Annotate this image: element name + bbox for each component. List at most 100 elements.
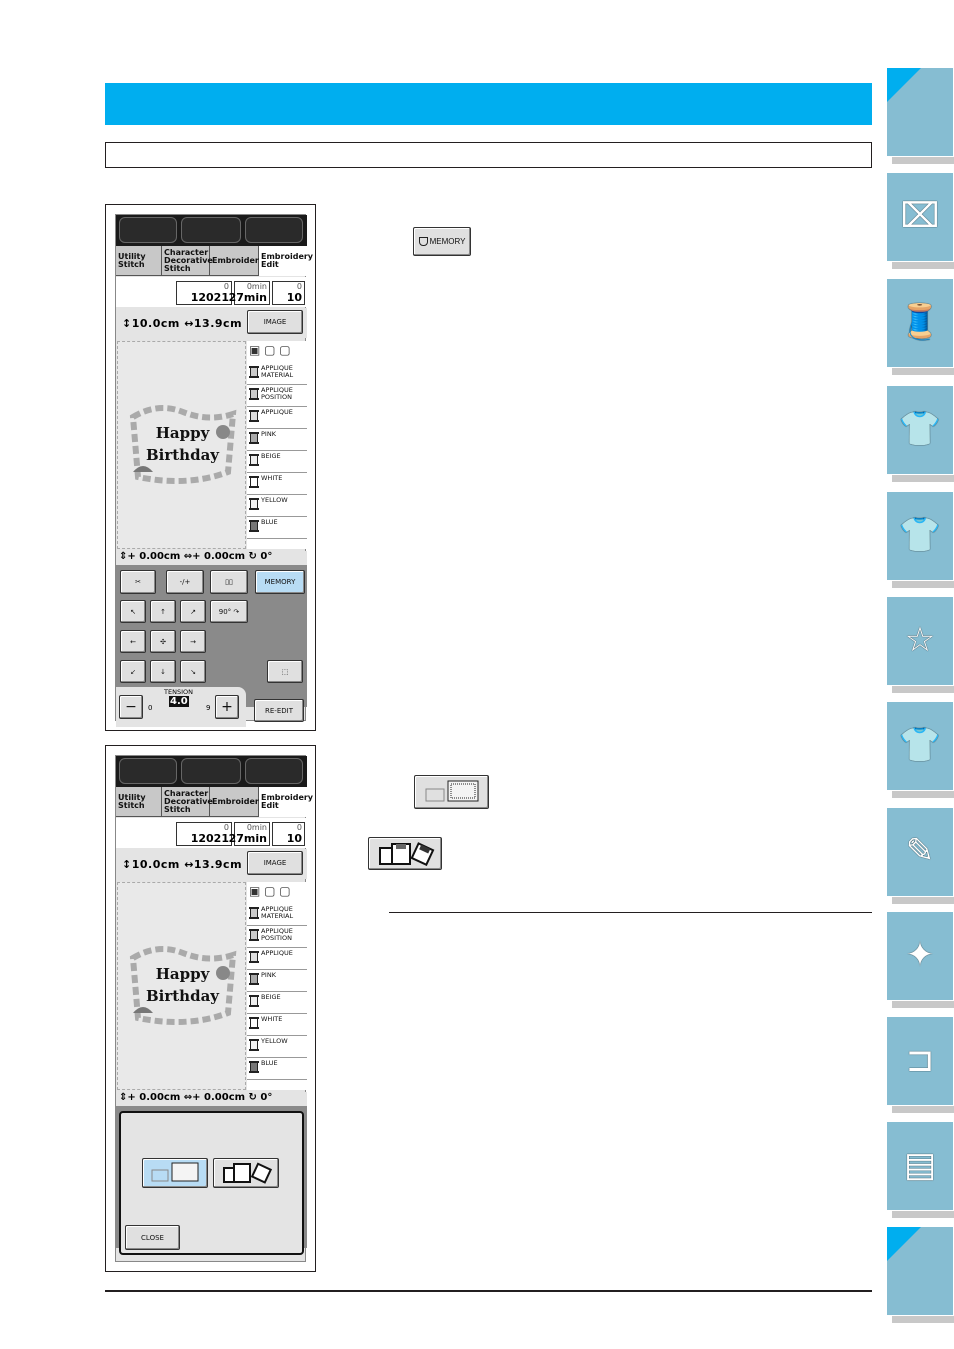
- manual-button[interactable]: [119, 758, 177, 784]
- thread-color-item[interactable]: WHITE: [247, 473, 307, 495]
- floppy-disk-icon: [223, 1162, 273, 1184]
- thread-color-item[interactable]: APPLIQUE POSITION: [247, 385, 307, 407]
- move-up-right-button[interactable]: ↗: [180, 600, 206, 623]
- thread-spool-icon: [249, 476, 259, 488]
- move-left-button[interactable]: ←: [120, 630, 146, 653]
- center-button[interactable]: ✣: [150, 630, 176, 653]
- needle-position-button[interactable]: -/+: [166, 570, 204, 594]
- move-down-right-button[interactable]: ↘: [180, 660, 206, 683]
- lcd-screen-1: Utility Stitch Character Decorative Stit…: [115, 214, 313, 727]
- manual-button[interactable]: [119, 217, 177, 243]
- mode-tabs: Utility Stitch Character Decorative Stit…: [116, 246, 313, 276]
- trial-button[interactable]: ⬚: [267, 660, 303, 683]
- thread-color-item[interactable]: WHITE: [247, 1014, 307, 1036]
- move-up-left-button[interactable]: ↖: [120, 600, 146, 623]
- thread-spool-icon: [249, 388, 259, 400]
- embroidery-canvas: Happy Birthday: [117, 882, 246, 1090]
- tab-embroidery-edit[interactable]: Embroidery Edit: [259, 787, 313, 817]
- image-button[interactable]: IMAGE: [247, 851, 303, 875]
- thread-color-item[interactable]: APPLIQUE: [247, 948, 307, 970]
- thread-spool-icon: [249, 1017, 259, 1029]
- move-right-button[interactable]: →: [180, 630, 206, 653]
- tab-embroidery[interactable]: Embroidery: [210, 787, 264, 817]
- settings-button[interactable]: [245, 758, 303, 784]
- thread-color-item[interactable]: BEIGE: [247, 992, 307, 1014]
- shirt-stitch-icon: 👕: [898, 410, 942, 448]
- thread-color-item[interactable]: PINK: [247, 429, 307, 451]
- thread-color-item[interactable]: YELLOW: [247, 1036, 307, 1058]
- settings-button[interactable]: [245, 217, 303, 243]
- thread-color-item[interactable]: APPLIQUE MATERIAL: [247, 363, 307, 385]
- lcd-screen-2: Utility Stitch Character Decorative Stit…: [115, 755, 313, 1262]
- thread-color-item[interactable]: PINK: [247, 970, 307, 992]
- side-tab-utility-stitch[interactable]: 👕: [887, 386, 954, 482]
- position-readout: ⇕+ 0.00cm ⇔+ 0.00cm ↻ 0°: [116, 551, 307, 565]
- stitch-counter: 0 12021: [176, 822, 232, 846]
- tab-character-decorative[interactable]: Character Decorative Stitch: [162, 246, 213, 276]
- side-tab-blank-bottom[interactable]: [887, 1227, 954, 1323]
- machine-memory-button-illustration: [414, 775, 489, 809]
- help-button[interactable]: [181, 217, 241, 243]
- tab-utility-stitch[interactable]: Utility Stitch: [116, 787, 162, 817]
- color-counter: 0 10: [272, 822, 305, 846]
- embroidery-canvas: Happy Birthday: [117, 341, 246, 549]
- side-tab-character-decorative[interactable]: 👕: [887, 492, 954, 588]
- move-down-left-button[interactable]: ↙: [120, 660, 146, 683]
- note-divider: [389, 912, 872, 913]
- hoop-size-icons: ▣ ▢ ▢: [249, 343, 291, 357]
- save-to-floppy-button[interactable]: [213, 1158, 279, 1188]
- tension-value: 4.0: [169, 696, 189, 707]
- memory-button-illustration: MEMORY: [413, 227, 471, 256]
- side-tab-embroidery[interactable]: ☆: [887, 597, 954, 693]
- cut-button[interactable]: ✂: [120, 570, 156, 594]
- thread-color-item[interactable]: APPLIQUE POSITION: [247, 926, 307, 948]
- tab-embroidery[interactable]: Embroidery: [210, 246, 264, 276]
- thread-color-item[interactable]: BLUE: [247, 517, 307, 539]
- machine-pocket-icon: [151, 1162, 199, 1182]
- thread-color-item[interactable]: APPLIQUE MATERIAL: [247, 904, 307, 926]
- presser-button[interactable]: ▯▯: [210, 570, 248, 594]
- sewing-machine-icon: ⌧: [900, 197, 940, 235]
- side-tab-appendix[interactable]: ▤: [887, 1122, 954, 1218]
- tension-minus-button[interactable]: −: [119, 695, 143, 719]
- image-button[interactable]: IMAGE: [247, 310, 303, 334]
- time-counter: 0min 27min: [229, 281, 270, 305]
- birthday-border-art: [129, 946, 237, 1025]
- footer-rule: [105, 1290, 872, 1292]
- thread-spool-icon: [249, 973, 259, 985]
- side-tab-troubleshooting[interactable]: ⊐: [887, 1017, 954, 1113]
- rotate-90-button[interactable]: 90° ↷: [210, 600, 248, 623]
- tension-plus-button[interactable]: +: [215, 695, 239, 719]
- move-down-button[interactable]: ↓: [150, 660, 176, 683]
- side-tab-my-custom-stitch[interactable]: ✎: [887, 808, 954, 904]
- side-tab-maintenance[interactable]: ✦: [887, 912, 954, 1008]
- tab-character-decorative[interactable]: Character Decorative Stitch: [162, 787, 213, 817]
- edit-controls: ✂ -/+ ▯▯ MEMORY ↖ ↑ ↗ 90° ↷ ← ✣ → ↙ ↓ ↘ …: [116, 565, 307, 707]
- save-to-machine-button[interactable]: [142, 1158, 208, 1188]
- color-counter: 0 10: [272, 281, 305, 305]
- mode-tabs: Utility Stitch Character Decorative Stit…: [116, 787, 313, 817]
- thread-color-item[interactable]: APPLIQUE: [247, 407, 307, 429]
- re-edit-button[interactable]: RE-EDIT: [254, 699, 304, 722]
- move-up-button[interactable]: ↑: [150, 600, 176, 623]
- side-tab-sewing-machine-setup[interactable]: ⌧: [887, 173, 954, 269]
- memory-button[interactable]: MEMORY: [255, 570, 305, 594]
- embroidery-frame-icon: ☆: [904, 621, 936, 659]
- side-tab-supplies[interactable]: 🧵: [887, 279, 954, 375]
- help-button[interactable]: [181, 758, 241, 784]
- size-row: ↕10.0cm ↔13.9cm IMAGE: [116, 308, 307, 338]
- thread-spool-icon: [249, 951, 259, 963]
- side-tab-embroidery-edit[interactable]: 👕: [887, 702, 954, 798]
- thread-color-item[interactable]: YELLOW: [247, 495, 307, 517]
- tab-embroidery-edit[interactable]: Embroidery Edit: [259, 246, 313, 276]
- thread-spool-icon: [249, 432, 259, 444]
- tab-utility-stitch[interactable]: Utility Stitch: [116, 246, 162, 276]
- stitch-counter: 0 12021: [176, 281, 232, 305]
- shirt-pen-icon: ✎: [905, 832, 935, 870]
- thread-color-item[interactable]: BLUE: [247, 1058, 307, 1080]
- thread-color-item[interactable]: BEIGE: [247, 451, 307, 473]
- side-tab-blank-top[interactable]: [887, 68, 954, 164]
- thread-spool-icon: 🧵: [898, 303, 942, 341]
- close-button[interactable]: CLOSE: [125, 1225, 180, 1250]
- memory-dialog: CLOSE: [119, 1111, 304, 1255]
